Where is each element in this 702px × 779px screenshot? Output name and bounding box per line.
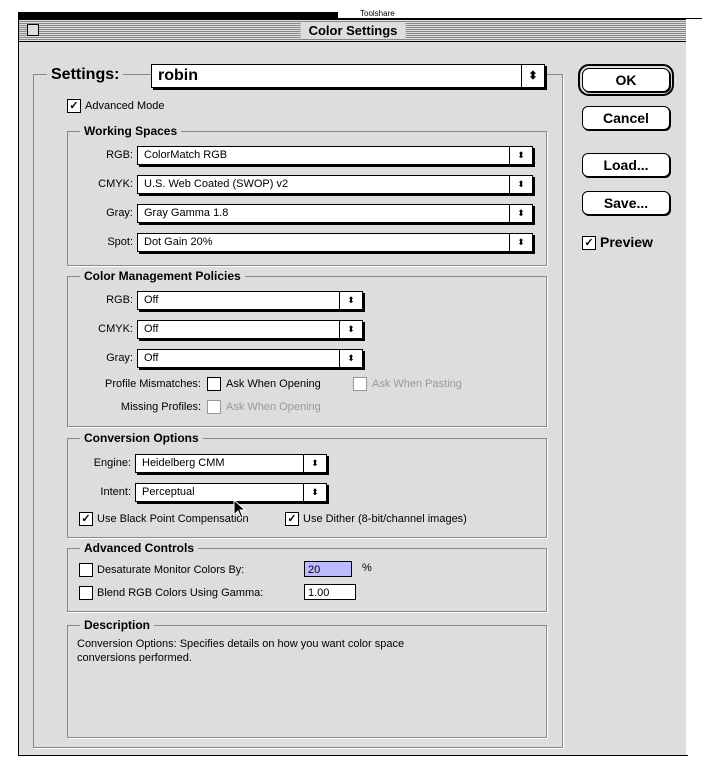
check-icon: ✓	[287, 513, 297, 525]
load-button[interactable]: Load...	[582, 153, 670, 177]
close-box[interactable]	[27, 24, 39, 36]
cancel-button[interactable]: Cancel	[582, 106, 670, 130]
ws-cmyk-label: CMYK:	[98, 178, 133, 190]
ws-gray-label: Gray:	[106, 207, 133, 219]
ws-rgb-popup[interactable]: ColorMatch RGB ⬍	[137, 146, 533, 165]
desaturate-checkbox[interactable]	[79, 563, 93, 577]
ws-gray-value: Gray Gamma 1.8	[144, 207, 229, 219]
blend-gamma-label: Blend RGB Colors Using Gamma:	[97, 587, 264, 599]
ok-button[interactable]: OK	[578, 64, 674, 96]
working-spaces-title: Working Spaces	[80, 123, 182, 139]
ws-rgb-value: ColorMatch RGB	[144, 149, 228, 161]
popup-arrow-icon: ⬍	[509, 147, 532, 164]
policy-rgb-popup[interactable]: Off ⬍	[137, 291, 363, 310]
background-window-right	[686, 19, 702, 755]
ws-cmyk-value: U.S. Web Coated (SWOP) v2	[144, 178, 289, 190]
advanced-mode-label: Advanced Mode	[85, 100, 165, 112]
title-bar[interactable]: Color Settings	[19, 20, 687, 42]
save-button[interactable]: Save...	[582, 191, 670, 215]
mismatch-ask-opening-label: Ask When Opening	[226, 378, 321, 390]
advanced-controls-group: Advanced Controls	[67, 540, 547, 612]
popup-arrow-icon: ⬍	[303, 484, 326, 501]
policy-gray-label: Gray:	[106, 352, 133, 364]
engine-label: Engine:	[93, 457, 131, 469]
percent-unit: %	[362, 562, 372, 574]
popup-arrow-icon: ⬍	[339, 321, 362, 338]
settings-label: Settings:	[47, 64, 124, 86]
settings-value: robin	[158, 67, 198, 84]
advanced-mode-checkbox[interactable]: ✓	[67, 99, 81, 113]
policy-gray-popup[interactable]: Off ⬍	[137, 349, 363, 368]
ws-cmyk-popup[interactable]: U.S. Web Coated (SWOP) v2 ⬍	[137, 175, 533, 194]
desaturate-field[interactable]: 20	[304, 561, 352, 577]
dither-label: Use Dither (8-bit/channel images)	[303, 513, 467, 525]
intent-label: Intent:	[100, 486, 131, 498]
missing-ask-opening-label: Ask When Opening	[226, 401, 321, 413]
ws-rgb-label: RGB:	[106, 149, 133, 161]
missing-ask-opening-checkbox[interactable]	[207, 400, 221, 414]
check-icon: ✓	[69, 100, 79, 112]
conversion-options-title: Conversion Options	[80, 430, 203, 446]
mismatch-ask-pasting-checkbox[interactable]	[353, 377, 367, 391]
ws-spot-popup[interactable]: Dot Gain 20% ⬍	[137, 233, 533, 252]
dither-checkbox[interactable]: ✓	[285, 512, 299, 526]
ws-spot-label: Spot:	[107, 236, 133, 248]
policy-gray-value: Off	[144, 352, 159, 364]
policy-cmyk-value: Off	[144, 323, 159, 335]
mouse-cursor-icon	[233, 499, 247, 519]
popup-arrow-icon: ⬍	[521, 65, 544, 87]
blend-gamma-field[interactable]: 1.00	[304, 584, 356, 600]
intent-popup[interactable]: Perceptual ⬍	[135, 483, 327, 502]
intent-value: Perceptual	[142, 486, 195, 498]
description-line-1: Conversion Options: Specifies details on…	[77, 638, 405, 650]
blend-gamma-checkbox[interactable]	[79, 586, 93, 600]
popup-arrow-icon: ⬍	[509, 205, 532, 222]
check-icon: ✓	[81, 513, 91, 525]
preview-checkbox[interactable]: ✓	[582, 236, 596, 250]
policy-cmyk-popup[interactable]: Off ⬍	[137, 320, 363, 339]
popup-arrow-icon: ⬍	[509, 234, 532, 251]
popup-arrow-icon: ⬍	[339, 292, 362, 309]
check-icon: ✓	[584, 237, 594, 249]
black-point-checkbox[interactable]: ✓	[79, 512, 93, 526]
color-settings-dialog: Color Settings Settings: robin ⬍ ✓ Advan…	[18, 19, 688, 756]
engine-popup[interactable]: Heidelberg CMM ⬍	[135, 454, 327, 473]
policies-title: Color Management Policies	[80, 268, 245, 284]
advanced-controls-title: Advanced Controls	[80, 540, 199, 556]
description-line-2: conversions performed.	[77, 652, 192, 664]
background-window-text: Toolshare	[360, 9, 395, 18]
popup-arrow-icon: ⬍	[339, 350, 362, 367]
preview-label: Preview	[600, 234, 653, 250]
policy-rgb-value: Off	[144, 294, 159, 306]
engine-value: Heidelberg CMM	[142, 457, 225, 469]
ws-spot-value: Dot Gain 20%	[144, 236, 213, 248]
window-title: Color Settings	[300, 22, 406, 39]
popup-arrow-icon: ⬍	[303, 455, 326, 472]
desaturate-label: Desaturate Monitor Colors By:	[97, 564, 245, 576]
description-title: Description	[80, 617, 155, 633]
settings-popup[interactable]: robin ⬍	[151, 64, 545, 88]
mismatch-ask-pasting-label: Ask When Pasting	[372, 378, 462, 390]
policy-rgb-label: RGB:	[106, 294, 133, 306]
black-point-label: Use Black Point Compensation	[97, 513, 249, 525]
missing-profiles-label: Missing Profiles:	[120, 401, 201, 413]
popup-arrow-icon: ⬍	[509, 176, 532, 193]
ws-gray-popup[interactable]: Gray Gamma 1.8 ⬍	[137, 204, 533, 223]
profile-mismatches-label: Profile Mismatches:	[105, 378, 201, 390]
mismatch-ask-opening-checkbox[interactable]	[207, 377, 221, 391]
policy-cmyk-label: CMYK:	[98, 323, 133, 335]
